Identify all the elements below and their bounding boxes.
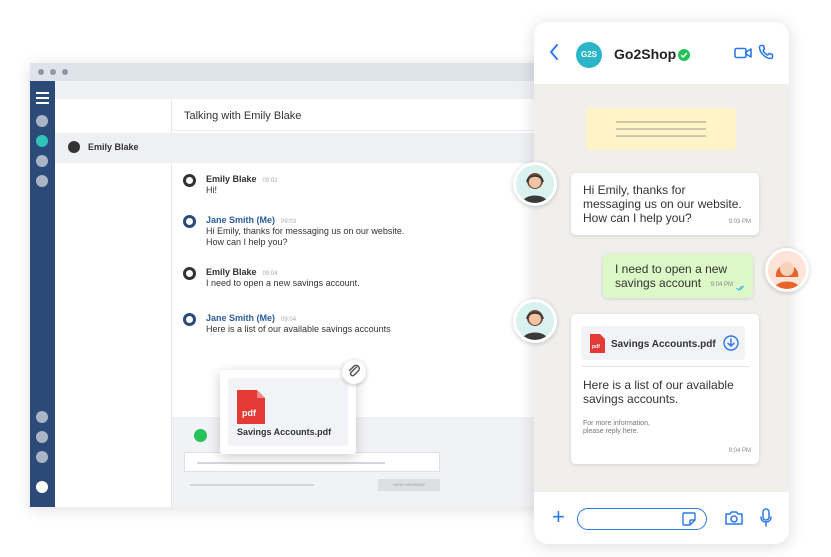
message-sender: Jane Smith (Me) 09:04 <box>206 313 297 323</box>
whatsapp-icon <box>183 313 196 326</box>
agent-avatar <box>513 299 557 343</box>
contact-avatar <box>68 141 80 153</box>
nav-item[interactable] <box>36 155 48 167</box>
contact-name: Emily Blake <box>88 142 139 152</box>
phone-input-bar: + <box>534 492 789 544</box>
message-text: Hi Emily, thanks for messaging us on our… <box>206 226 405 247</box>
window-dot[interactable] <box>38 69 44 75</box>
menu-icon[interactable] <box>36 92 49 107</box>
message-text: I need to open a new savings account. <box>206 278 360 288</box>
pdf-icon: pdf <box>237 390 265 424</box>
verified-icon <box>678 49 690 61</box>
message-time: 09:02 <box>262 178 278 184</box>
send-message-button[interactable]: SEND MESSAGE <box>378 479 440 491</box>
nav-item[interactable] <box>36 175 48 187</box>
read-receipt-icon <box>736 285 745 291</box>
whatsapp-icon <box>183 215 196 228</box>
incoming-file-message: pdf Savings Accounts.pdf Here is a list … <box>571 314 759 464</box>
contact-name: Go2Shop <box>614 46 677 62</box>
attachment-name: Savings Accounts.pdf <box>237 427 332 437</box>
back-icon[interactable] <box>548 42 560 62</box>
left-nav <box>30 81 55 507</box>
window-titlebar <box>30 63 550 81</box>
user-icon <box>774 262 800 289</box>
pdf-icon: pdf <box>590 334 605 353</box>
video-icon[interactable] <box>734 47 752 59</box>
message-footer: For more information, please reply here. <box>583 420 650 435</box>
message-text: Here is a list of our available savings … <box>206 324 391 334</box>
message-input[interactable] <box>184 452 440 472</box>
plus-icon[interactable]: + <box>552 506 565 528</box>
incoming-message: Hi Emily, thanks for messaging us on our… <box>571 173 759 235</box>
message-time: 09:04 <box>262 271 278 277</box>
whatsapp-icon <box>183 267 196 280</box>
pdf-label: pdf <box>242 408 257 418</box>
phone-icon[interactable] <box>758 44 774 60</box>
paperclip-button[interactable] <box>342 360 366 384</box>
phone-mockup: G2S Go2Shop Hi Emily, thanks for messagi… <box>534 22 789 544</box>
message-sender: Emily Blake 09:02 <box>206 174 278 184</box>
message-time: 09:04 <box>281 317 297 323</box>
agent-icon <box>522 173 548 203</box>
nav-item[interactable] <box>36 431 48 443</box>
encryption-notice <box>586 108 736 150</box>
nav-item-active[interactable] <box>36 135 48 147</box>
agent-avatar <box>513 162 557 206</box>
whatsapp-icon <box>194 429 207 442</box>
conversation-title: Talking with Emily Blake <box>184 110 302 122</box>
message-time: 9:04 PM <box>710 282 733 288</box>
message-time: 9:03 PM <box>728 219 751 225</box>
contact-avatar: G2S <box>576 42 602 68</box>
message-text: Hi! <box>206 185 217 195</box>
nav-item[interactable] <box>36 411 48 423</box>
agent-icon <box>522 310 548 340</box>
window-dot[interactable] <box>62 69 68 75</box>
phone-chat-area: Hi Emily, thanks for messaging us on our… <box>534 84 789 492</box>
sticker-icon[interactable] <box>682 512 696 526</box>
outgoing-message: I need to open a new savings account 9:0… <box>603 254 753 298</box>
message-sender: Emily Blake 09:04 <box>206 267 278 277</box>
mic-icon[interactable] <box>760 508 772 528</box>
message-time: 9:04 PM <box>728 448 751 454</box>
message-time: 09:03 <box>281 219 297 225</box>
download-icon[interactable] <box>723 335 739 351</box>
compose-toolbar-line <box>190 484 314 486</box>
window-toolbar <box>30 81 550 99</box>
attachment-preview[interactable]: pdf Savings Accounts.pdf <box>220 370 356 454</box>
conversation-header: Talking with Emily Blake <box>172 99 550 131</box>
chat-icon <box>183 174 196 187</box>
camera-icon[interactable] <box>724 510 744 526</box>
divider <box>581 366 749 367</box>
app-logo-icon <box>36 481 48 493</box>
window-dot[interactable] <box>50 69 56 75</box>
file-name: Savings Accounts.pdf <box>611 339 716 350</box>
contact-list-item[interactable]: Emily Blake <box>55 133 550 163</box>
message-text: Here is a list of our available savings … <box>583 378 734 406</box>
message-text: Hi Emily, thanks for messaging us on our… <box>583 183 742 225</box>
nav-item[interactable] <box>36 451 48 463</box>
user-avatar <box>765 248 809 292</box>
file-attachment[interactable]: pdf Savings Accounts.pdf <box>581 326 745 360</box>
phone-header: G2S Go2Shop <box>534 22 789 84</box>
nav-item[interactable] <box>36 115 48 127</box>
paperclip-icon <box>348 364 360 377</box>
pdf-label: pdf <box>592 344 600 350</box>
message-sender: Jane Smith (Me) 09:03 <box>206 215 297 225</box>
